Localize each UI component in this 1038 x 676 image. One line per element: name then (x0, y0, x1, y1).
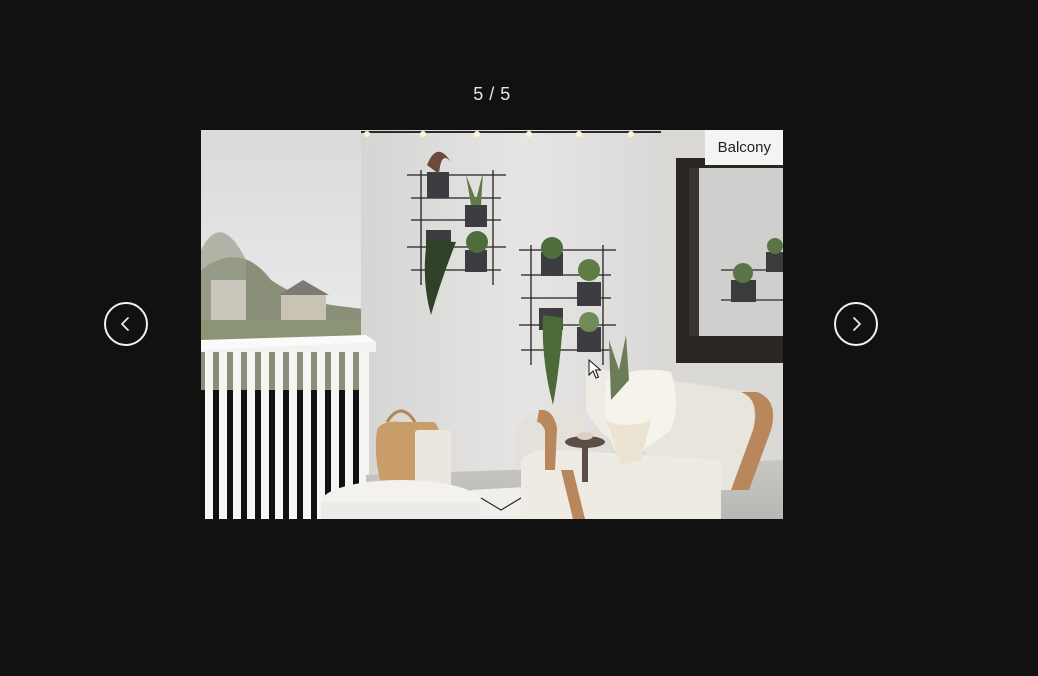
balcony-photo: Balcony (201, 130, 783, 519)
mouse-pointer-icon (588, 358, 602, 384)
previous-slide-button[interactable] (104, 302, 148, 346)
chevron-left-icon (121, 317, 129, 331)
image-lightbox: 5 / 5 Balcony (0, 0, 1038, 676)
slide-counter: 5 / 5 (473, 84, 511, 104)
balcony-scene-image (201, 130, 783, 519)
chevron-right-icon (853, 317, 861, 331)
photo-category-tag: Balcony (704, 130, 783, 165)
next-slide-button[interactable] (834, 302, 878, 346)
